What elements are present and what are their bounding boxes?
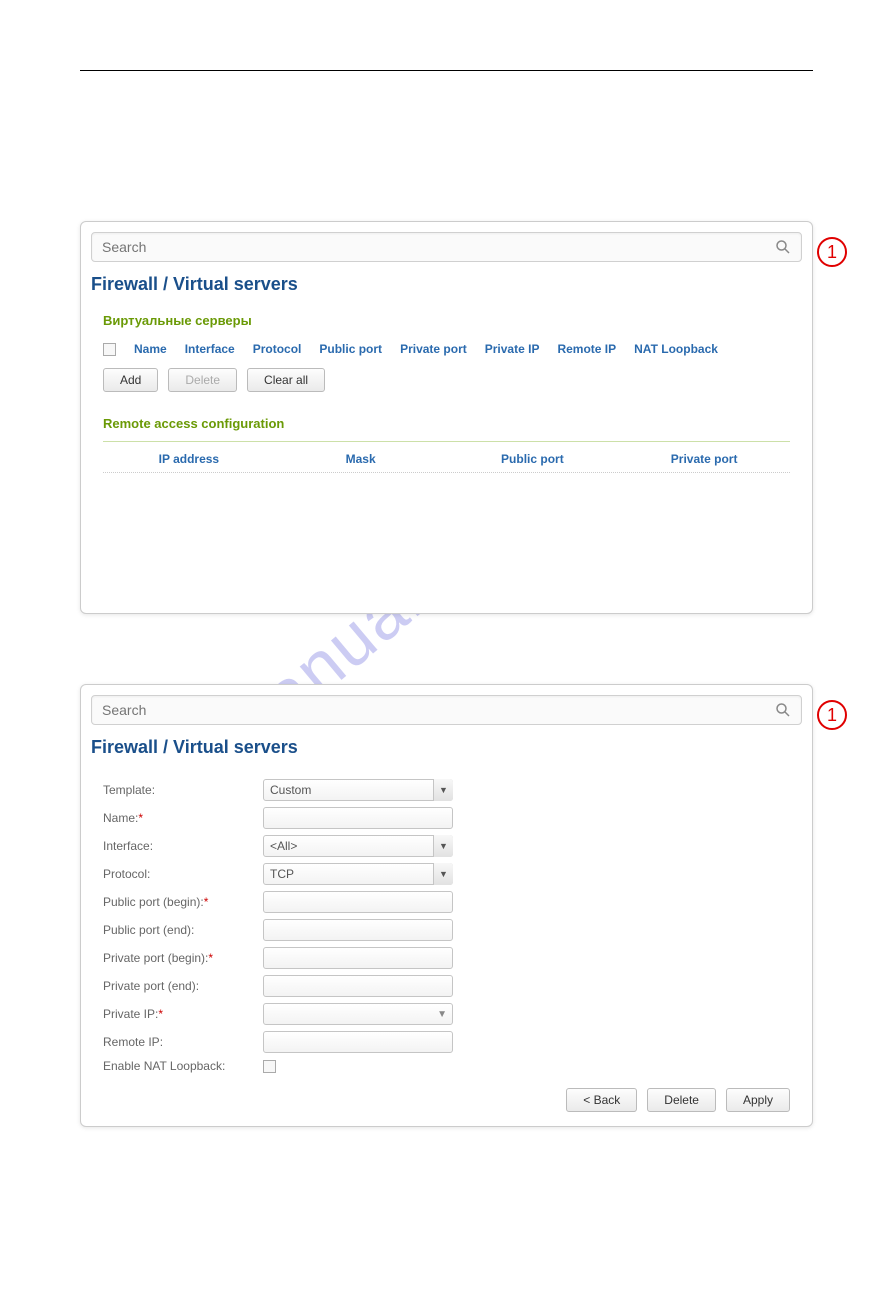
section-virtual-servers: Виртуальные серверы [103,313,802,328]
search-bar[interactable] [91,232,802,262]
row-remote-ip: Remote IP: [91,1028,802,1056]
search-icon[interactable] [775,239,791,255]
search-bar-2[interactable] [91,695,802,725]
col-mask: Mask [275,452,447,466]
search-icon-2[interactable] [775,702,791,718]
label-priv-ip: Private IP:* [103,1007,263,1021]
row-public-port-end: Public port (end): [91,916,802,944]
col-public-port: Public port [319,342,382,356]
template-select[interactable]: Custom ▼ [263,779,453,801]
private-port-begin-input[interactable] [263,947,453,969]
clear-all-button[interactable]: Clear all [247,368,325,392]
callout-badge: 1 [817,237,847,267]
chevron-down-icon[interactable]: ▼ [433,835,453,857]
back-button[interactable]: < Back [566,1088,637,1112]
delete-button[interactable]: Delete [168,368,237,392]
row-protocol: Protocol: TCP ▼ [91,860,802,888]
col-protocol: Protocol [253,342,302,356]
row-interface: Interface: <All> ▼ [91,832,802,860]
search-input-2[interactable] [102,702,775,718]
callout-badge-2: 1 [817,700,847,730]
add-button[interactable]: Add [103,368,158,392]
remote-access-header: IP address Mask Public port Private port [103,446,790,473]
label-priv-end: Private port (end): [103,979,263,993]
interface-select[interactable]: <All> ▼ [263,835,453,857]
col-interface: Interface [185,342,235,356]
page-top-rule [80,70,813,71]
col-private-port-2: Private port [618,452,790,466]
label-nat: Enable NAT Loopback: [103,1059,263,1073]
public-port-begin-input[interactable] [263,891,453,913]
row-private-ip: Private IP:* ▼ [91,1000,802,1028]
label-protocol: Protocol: [103,867,263,881]
virtual-servers-header: Name Interface Protocol Public port Priv… [91,336,802,362]
empty-area [91,473,802,603]
protocol-select[interactable]: TCP ▼ [263,863,453,885]
row-public-port-begin: Public port (begin):* [91,888,802,916]
col-private-ip: Private IP [485,342,540,356]
private-port-end-input[interactable] [263,975,453,997]
label-interface: Interface: [103,839,263,853]
search-input[interactable] [102,239,775,255]
col-nat-loopback: NAT Loopback [634,342,718,356]
col-ip-address: IP address [103,452,275,466]
breadcrumb-2: Firewall / Virtual servers [91,737,802,758]
row-private-port-end: Private port (end): [91,972,802,1000]
row-template: Template: Custom ▼ [91,776,802,804]
label-template: Template: [103,783,263,797]
interface-value: <All> [263,835,453,857]
chevron-down-icon[interactable]: ▼ [433,779,453,801]
form-button-row: < Back Delete Apply [91,1076,802,1116]
chevron-down-icon[interactable]: ▼ [433,863,453,885]
protocol-value: TCP [263,863,453,885]
apply-button[interactable]: Apply [726,1088,790,1112]
col-remote-ip: Remote IP [557,342,616,356]
panel-overview: 1 Firewall / Virtual servers Виртуальные… [80,221,813,614]
label-pub-begin: Public port (begin):* [103,895,263,909]
name-input[interactable] [263,807,453,829]
col-private-port: Private port [400,342,467,356]
col-name: Name [134,342,167,356]
panel-form: 1 Firewall / Virtual servers Template: C… [80,684,813,1127]
row-nat-loopback: Enable NAT Loopback: [91,1056,802,1076]
row-private-port-begin: Private port (begin):* [91,944,802,972]
section-divider [103,441,790,442]
section-remote-access: Remote access configuration [103,416,802,431]
row-name: Name:* [91,804,802,832]
public-port-end-input[interactable] [263,919,453,941]
template-value: Custom [263,779,453,801]
delete-button-2[interactable]: Delete [647,1088,716,1112]
label-pub-end: Public port (end): [103,923,263,937]
label-name: Name:* [103,811,263,825]
label-remote-ip: Remote IP: [103,1035,263,1049]
table-button-row: Add Delete Clear all [91,362,802,398]
private-ip-combo[interactable]: ▼ [263,1003,453,1025]
col-public-port-2: Public port [447,452,619,466]
label-priv-begin: Private port (begin):* [103,951,263,965]
private-ip-value [263,1003,453,1025]
breadcrumb: Firewall / Virtual servers [91,274,802,295]
select-all-checkbox[interactable] [103,343,116,356]
chevron-down-icon[interactable]: ▼ [437,1009,447,1020]
nat-loopback-checkbox[interactable] [263,1060,276,1073]
remote-ip-input[interactable] [263,1031,453,1053]
